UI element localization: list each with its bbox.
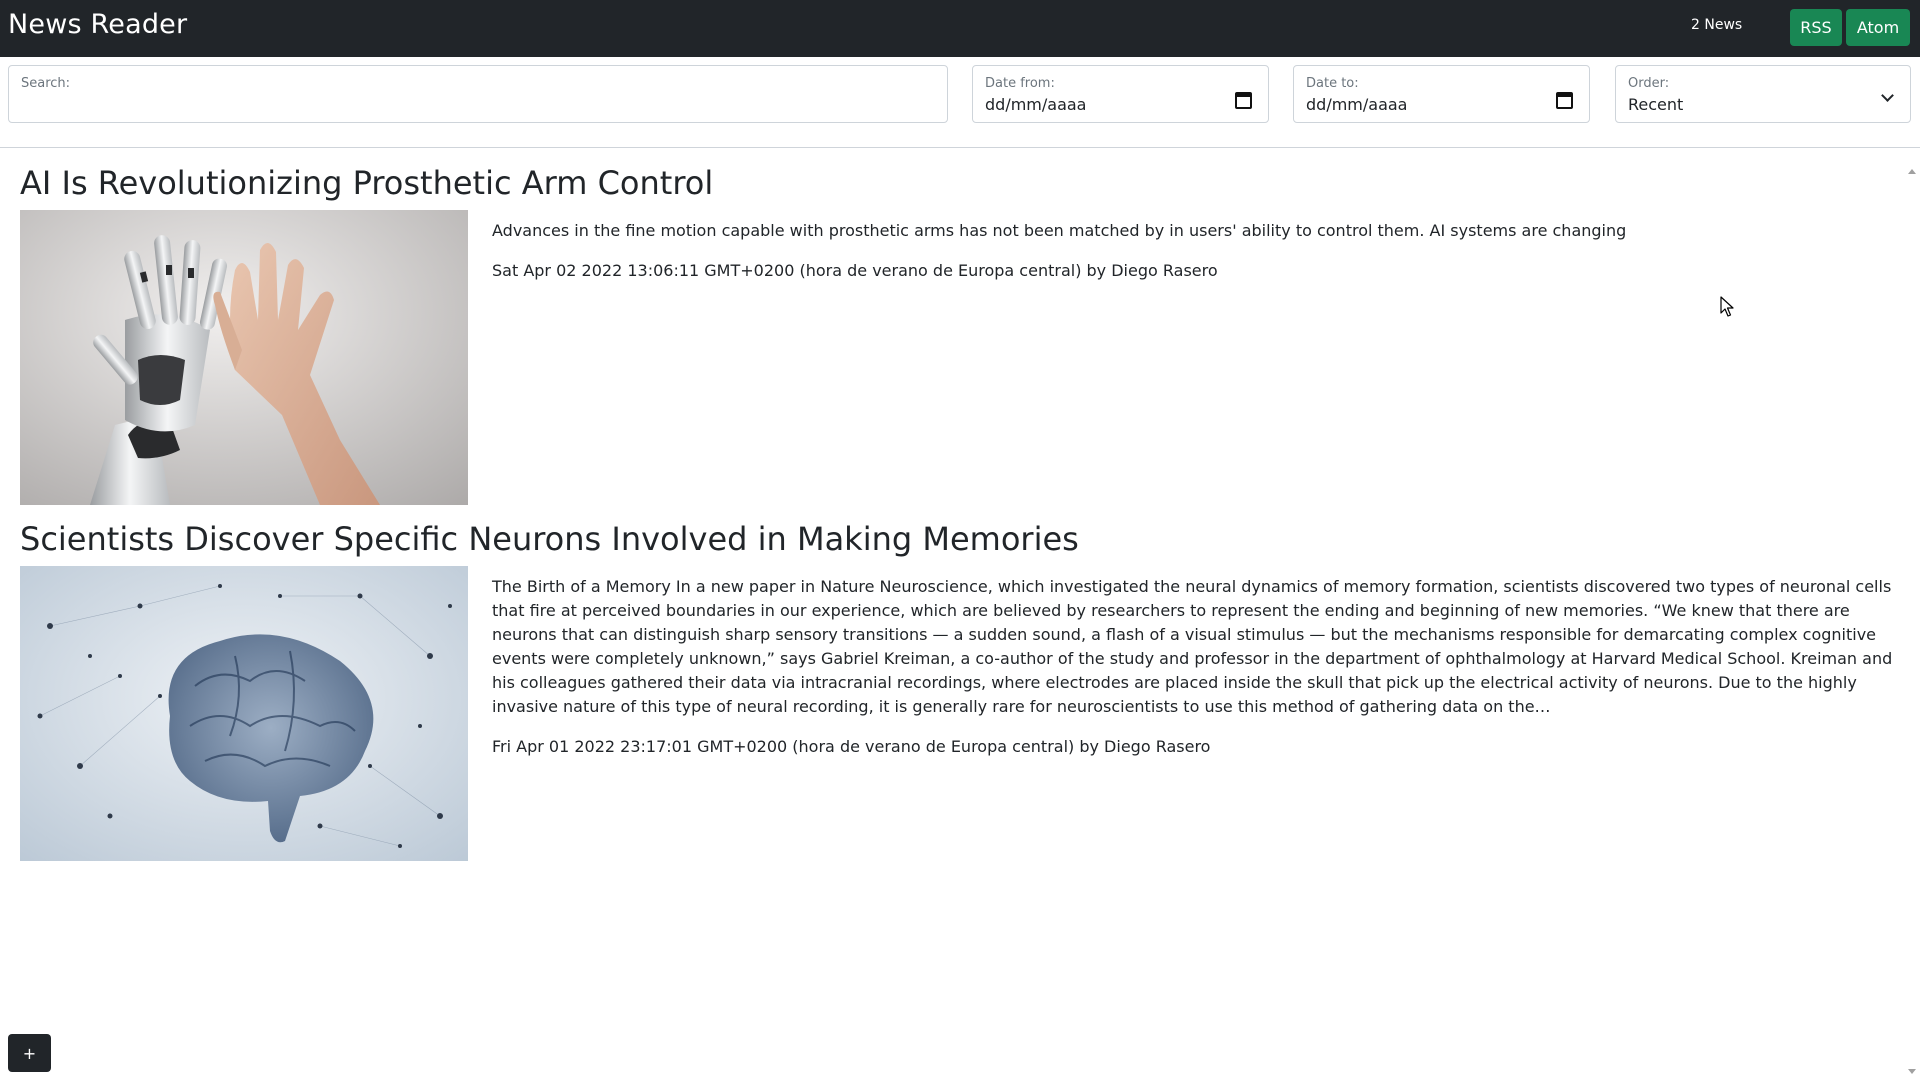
date-from-field[interactable]: Date from: dd/mm/aaaa xyxy=(972,65,1269,123)
rss-button[interactable]: RSS xyxy=(1790,9,1842,46)
order-select[interactable]: Order: Recent xyxy=(1615,65,1911,123)
news-item: Scientists Discover Specific Neurons Inv… xyxy=(20,519,1892,861)
top-navbar: News Reader 2 News RSS Atom xyxy=(0,0,1920,57)
app-title[interactable]: News Reader xyxy=(8,9,187,40)
vertical-scrollbar[interactable] xyxy=(1905,149,1920,1080)
news-text: The Birth of a Memory In a new paper in … xyxy=(492,575,1902,759)
news-text: Advances in the fine motion capable with… xyxy=(492,219,1902,283)
mouse-cursor-icon xyxy=(1720,296,1734,317)
chevron-down-icon xyxy=(1881,89,1894,102)
news-list: AI Is Revolutionizing Prosthetic Arm Con… xyxy=(0,149,1905,1080)
order-label: Order: xyxy=(1628,76,1670,91)
news-meta: Sat Apr 02 2022 13:06:11 GMT+0200 (hora … xyxy=(492,261,1218,280)
scroll-down-arrow-icon[interactable] xyxy=(1908,1069,1916,1074)
order-value: Recent xyxy=(1628,95,1684,114)
calendar-icon[interactable] xyxy=(1556,92,1573,109)
news-image-brain[interactable] xyxy=(20,566,468,861)
date-to-value: dd/mm/aaaa xyxy=(1306,95,1408,114)
news-summary: The Birth of a Memory In a new paper in … xyxy=(492,577,1893,716)
date-from-label: Date from: xyxy=(985,76,1055,91)
search-label: Search: xyxy=(21,76,71,91)
news-item: AI Is Revolutionizing Prosthetic Arm Con… xyxy=(20,163,1890,505)
add-feed-button[interactable]: + xyxy=(8,1034,51,1072)
news-count: 2 News xyxy=(1691,17,1743,33)
calendar-icon[interactable] xyxy=(1235,92,1252,109)
news-title[interactable]: AI Is Revolutionizing Prosthetic Arm Con… xyxy=(20,163,1890,203)
search-input[interactable]: Search: xyxy=(8,65,948,123)
filter-bar: Search: Date from: dd/mm/aaaa Date to: d… xyxy=(0,57,1920,148)
date-from-value: dd/mm/aaaa xyxy=(985,95,1087,114)
news-title[interactable]: Scientists Discover Specific Neurons Inv… xyxy=(20,519,1890,559)
news-summary: Advances in the fine motion capable with… xyxy=(492,221,1627,240)
scroll-up-arrow-icon[interactable] xyxy=(1908,169,1916,174)
date-to-label: Date to: xyxy=(1306,76,1359,91)
news-meta: Fri Apr 01 2022 23:17:01 GMT+0200 (hora … xyxy=(492,737,1211,756)
news-image-robot-hand[interactable] xyxy=(20,210,468,505)
atom-button[interactable]: Atom xyxy=(1846,9,1910,46)
date-to-field[interactable]: Date to: dd/mm/aaaa xyxy=(1293,65,1590,123)
